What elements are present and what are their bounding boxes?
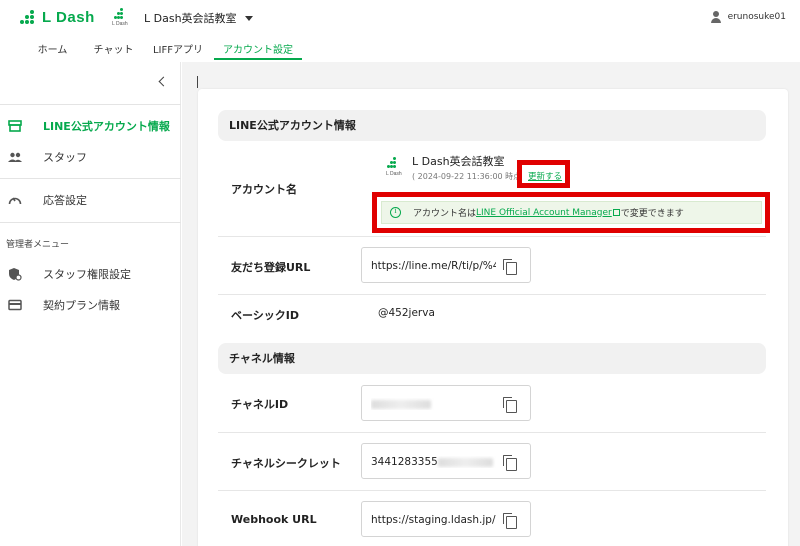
sidebar-item-label: 契約プラン情報 — [43, 299, 120, 312]
friend-url-field[interactable]: https://line.me/R/ti/p/%4 — [361, 247, 531, 283]
sidebar-divider — [0, 104, 181, 105]
sidebar-item-staff[interactable]: スタッフ — [0, 144, 181, 170]
section-title-channel: チャネル情報 — [218, 343, 766, 374]
tab-home[interactable]: ホーム — [22, 38, 83, 60]
sidebar: LINE公式アカウント情報 スタッフ 応答設定 管理者メニュー スタッフ権限設定… — [0, 62, 181, 546]
copy-icon[interactable] — [503, 513, 517, 529]
account-logo-caption: L Dash — [112, 21, 128, 27]
admin-menu-header: 管理者メニュー — [6, 240, 70, 250]
basic-id-label: ベーシックID — [231, 309, 300, 322]
collapse-sidebar-icon[interactable] — [156, 76, 168, 88]
last-updated-timestamp: ( 2024-09-22 11:36:00 時点 ) — [412, 172, 527, 181]
webhook-url-field[interactable]: https://staging.ldash.jp/a — [361, 501, 531, 537]
account-switcher-name: L Dash英会話教室 — [144, 12, 237, 25]
app-logo[interactable]: L Dash — [20, 9, 95, 26]
friend-url-label: 友だち登録URL — [231, 261, 311, 274]
info-highlight-box: アカウント名はLINE Official Account Manager で変更で… — [372, 192, 770, 233]
line-oam-link[interactable]: LINE Official Account Manager — [476, 208, 612, 218]
main-tabs: ホーム チャット LIFFアプリ アカウント設定 — [22, 38, 302, 62]
webhook-url-value: https://staging.ldash.jp/a — [371, 514, 496, 526]
user-menu[interactable]: erunosuke01 — [710, 11, 786, 23]
section-title-line-account: LINE公式アカウント情報 — [218, 110, 766, 141]
account-name-value: L Dash英会話教室 — [412, 155, 505, 168]
credit-card-icon — [8, 298, 22, 312]
channel-secret-field[interactable]: 3441283355 — [361, 443, 531, 479]
info-icon — [390, 206, 401, 218]
text-cursor — [197, 76, 198, 88]
friend-url-value: https://line.me/R/ti/p/%4 — [371, 260, 496, 272]
info-text-prefix: アカウント名は — [413, 209, 477, 219]
logo-text: L Dash — [42, 9, 95, 26]
update-link[interactable]: 更新する — [528, 170, 562, 182]
sidebar-divider — [0, 222, 181, 223]
external-link-icon — [612, 209, 620, 216]
tab-chat[interactable]: チャット — [86, 38, 141, 60]
row-divider — [218, 294, 766, 295]
row-divider — [218, 236, 766, 237]
info-text-suffix: で変更できます — [620, 209, 684, 219]
channel-secret-label: チャネルシークレット — [231, 457, 341, 470]
channel-id-redacted — [371, 398, 496, 410]
chevron-down-icon — [244, 15, 253, 21]
sidebar-item-response-settings[interactable]: 応答設定 — [0, 187, 181, 213]
sidebar-divider — [0, 178, 181, 179]
sidebar-item-label: 応答設定 — [43, 194, 87, 207]
tab-liff-app[interactable]: LIFFアプリ — [144, 38, 212, 60]
channel-id-label: チャネルID — [231, 398, 289, 411]
row-divider — [218, 432, 766, 433]
copy-icon[interactable] — [503, 455, 517, 471]
update-highlight-box: 更新する — [517, 160, 570, 188]
channel-id-field[interactable] — [361, 385, 531, 421]
sidebar-item-contract-plan[interactable]: 契約プラン情報 — [0, 292, 181, 318]
account-logo-icon: L Dash — [112, 8, 132, 28]
logo-dots-icon — [20, 9, 38, 26]
user-icon — [710, 11, 722, 23]
sidebar-item-line-account-info[interactable]: LINE公式アカウント情報 — [0, 113, 181, 139]
account-name-label: アカウント名 — [231, 183, 297, 196]
account-logo-caption: L Dash — [386, 171, 402, 177]
main-content: LINE公式アカウント情報 アカウント名 L Dash L Dash英会話教室 … — [182, 62, 800, 546]
info-alert: アカウント名はLINE Official Account Manager で変更で… — [381, 201, 762, 224]
store-icon — [8, 119, 22, 133]
sidebar-item-label: スタッフ — [43, 151, 87, 164]
row-divider — [218, 490, 766, 491]
channel-secret-value-wrap: 3441283355 — [371, 456, 496, 468]
channel-secret-value: 3441283355 — [371, 456, 438, 468]
top-bar: L Dash L Dash L Dash英会話教室 erunosuke01 — [0, 0, 800, 36]
shield-gear-icon — [8, 267, 22, 281]
user-name: erunosuke01 — [727, 12, 786, 22]
webhook-url-label: Webhook URL — [231, 513, 317, 526]
account-switcher[interactable]: L Dash L Dash英会話教室 — [112, 8, 253, 28]
tab-account-settings[interactable]: アカウント設定 — [214, 38, 302, 60]
sidebar-item-staff-permissions[interactable]: スタッフ権限設定 — [0, 261, 181, 287]
copy-icon[interactable] — [503, 259, 517, 275]
basic-id-value: @452jerva — [378, 307, 435, 319]
people-icon — [8, 150, 22, 164]
settings-card: LINE公式アカウント情報 アカウント名 L Dash L Dash英会話教室 … — [198, 89, 788, 546]
sidebar-item-label: LINE公式アカウント情報 — [43, 120, 170, 133]
sidebar-item-label: スタッフ権限設定 — [43, 268, 131, 281]
copy-icon[interactable] — [503, 397, 517, 413]
account-logo-icon: L Dash — [385, 157, 407, 177]
speedometer-icon — [8, 193, 22, 207]
